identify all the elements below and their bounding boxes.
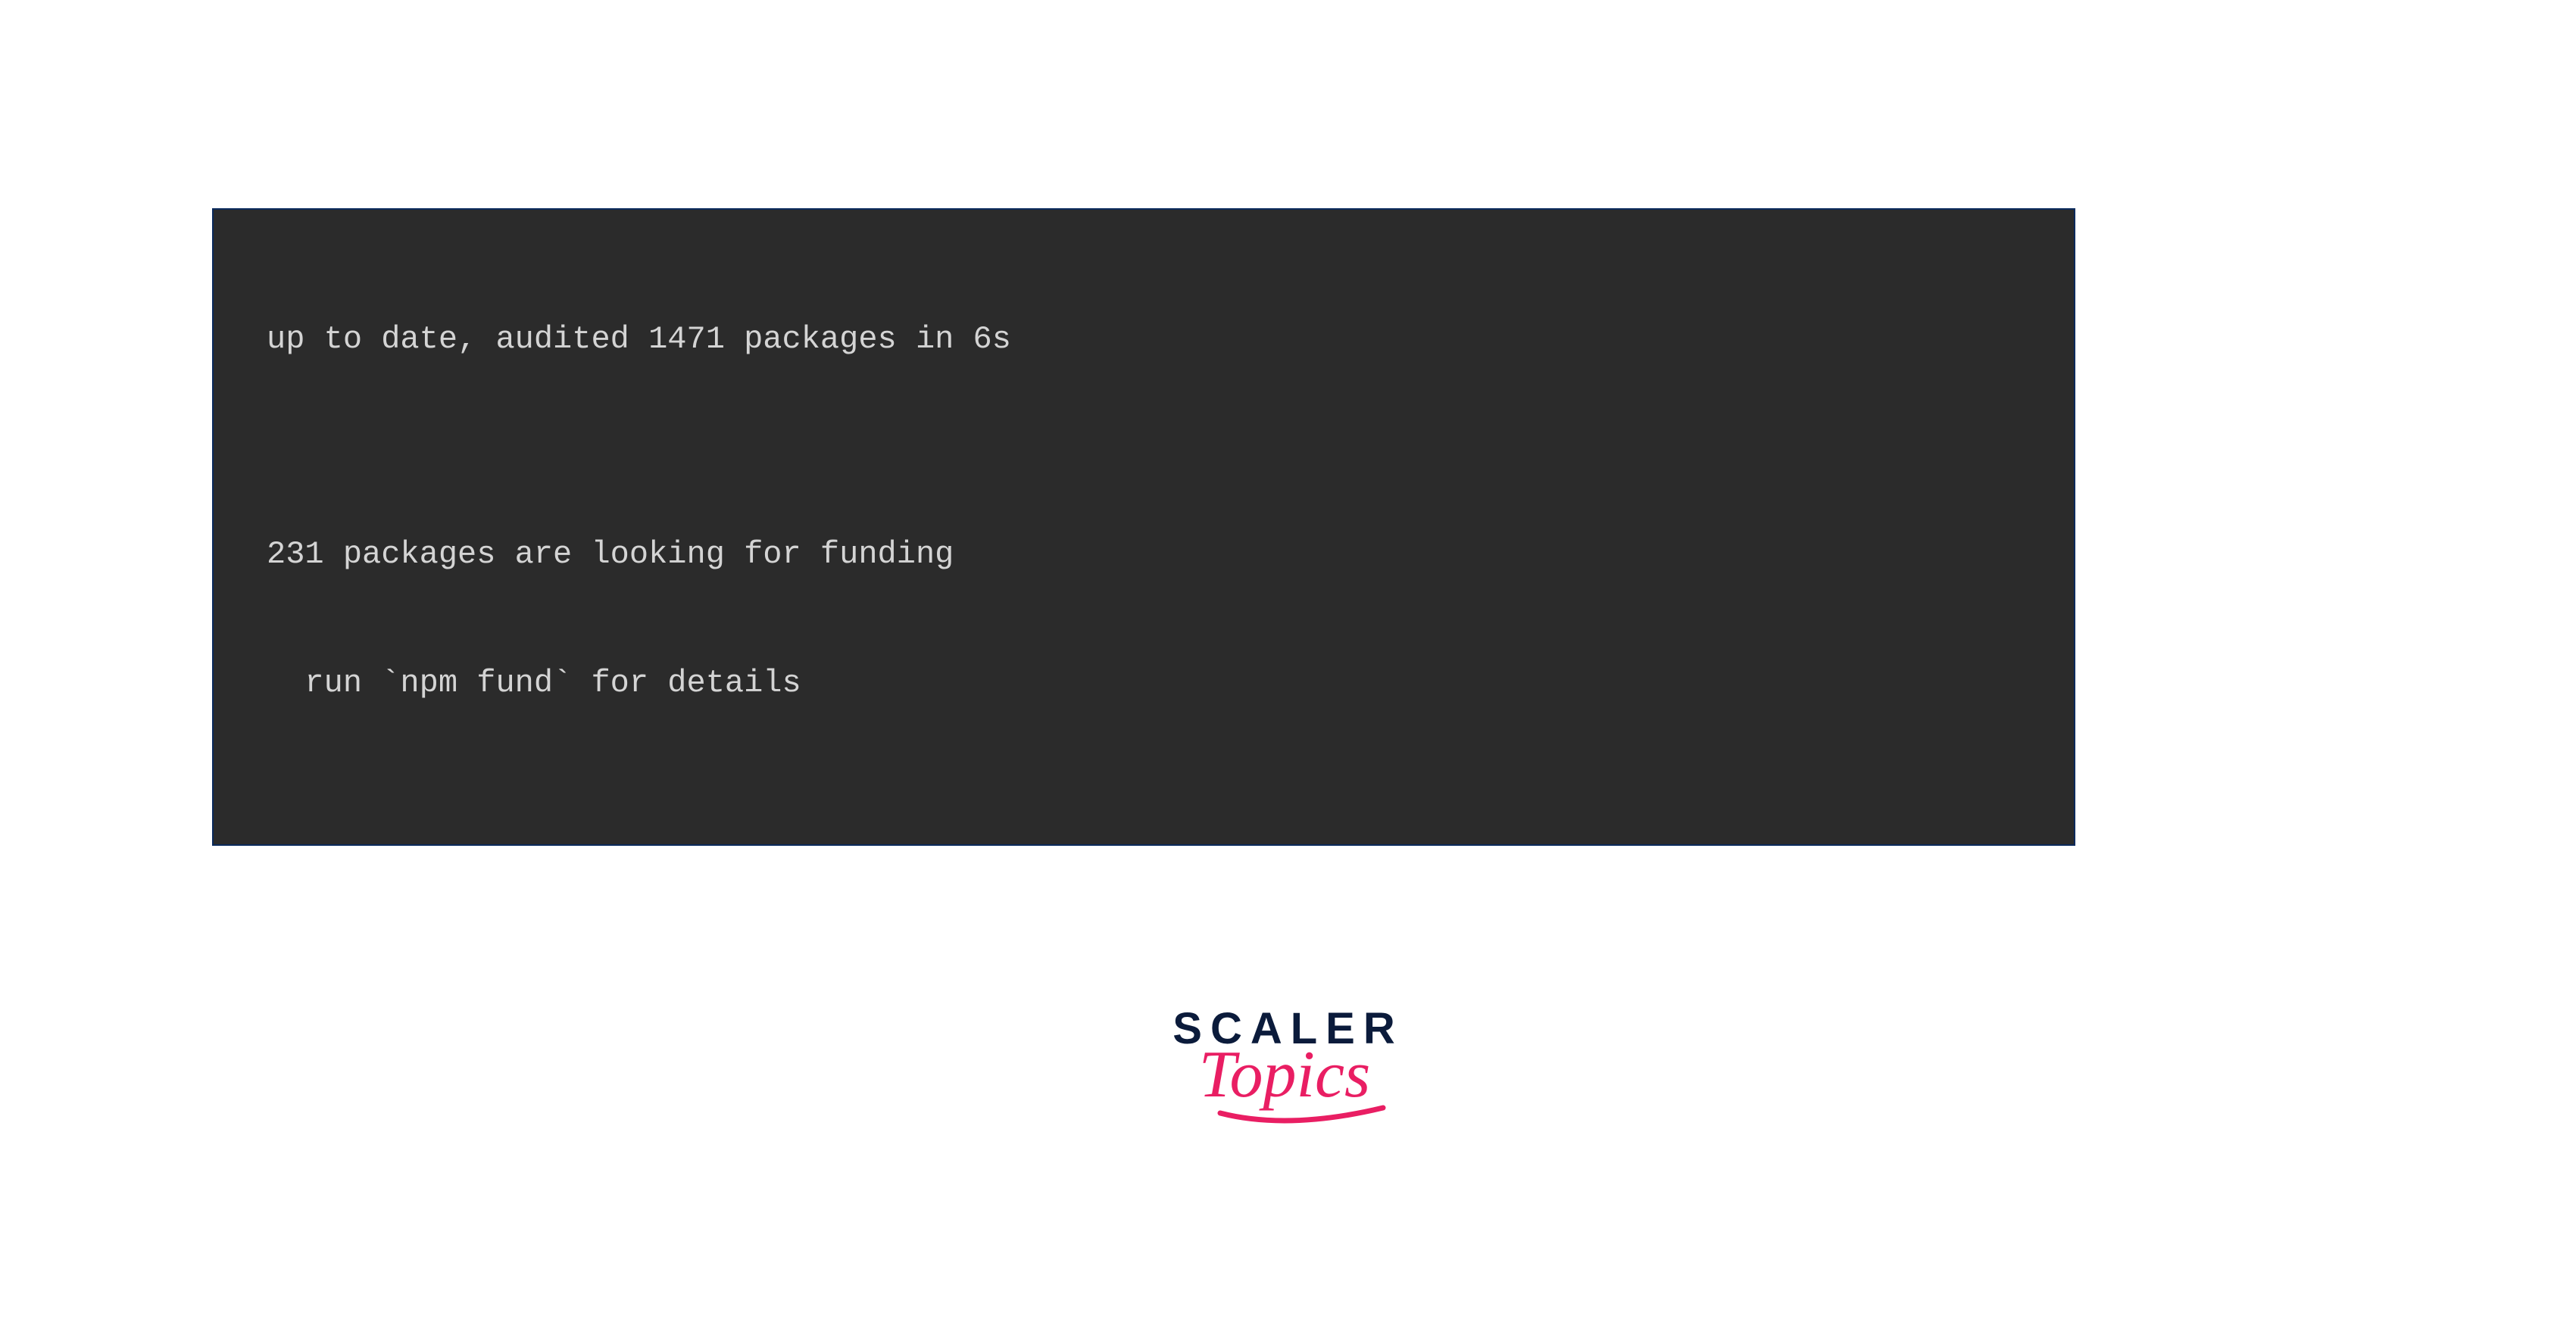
terminal-output-line: 231 packages are looking for funding <box>267 533 2047 576</box>
scaler-topics-logo: SCALER Topics <box>1167 1007 1410 1134</box>
logo-line2: Topics <box>1167 1043 1410 1134</box>
terminal-window[interactable]: up to date, audited 1471 packages in 6s … <box>212 208 2075 846</box>
logo-topics-text: Topics <box>1198 1043 1370 1112</box>
terminal-output-line: run `npm fund` for details <box>267 662 2047 705</box>
terminal-output-line: up to date, audited 1471 packages in 6s <box>267 318 2047 361</box>
